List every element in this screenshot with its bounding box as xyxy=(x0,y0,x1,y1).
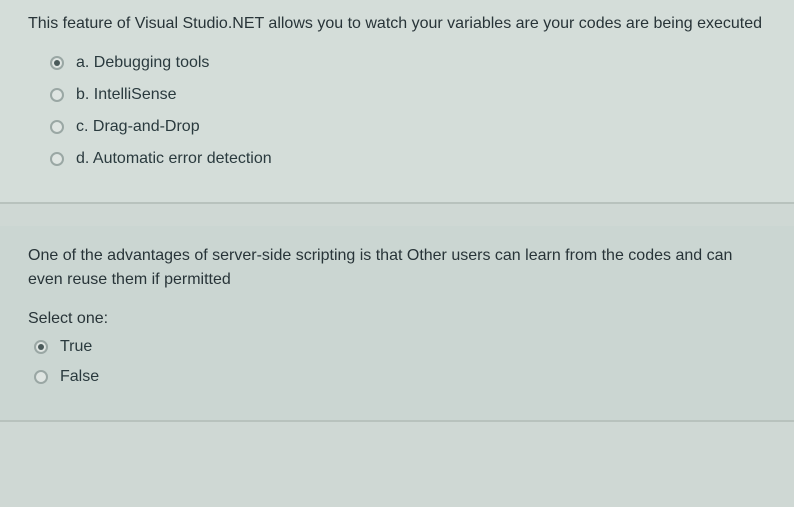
select-one-label: Select one: xyxy=(28,310,766,328)
option-row-c[interactable]: c. Drag-and-Drop xyxy=(50,118,766,136)
option-row-b[interactable]: b. IntelliSense xyxy=(50,86,766,104)
question-2-text: One of the advantages of server-side scr… xyxy=(28,244,766,292)
option-label: d. Automatic error detection xyxy=(76,150,272,168)
radio-icon[interactable] xyxy=(50,120,64,134)
option-label: b. IntelliSense xyxy=(76,86,177,104)
option-row-true[interactable]: True xyxy=(34,338,766,356)
question-2-block: One of the advantages of server-side scr… xyxy=(0,226,794,422)
radio-icon[interactable] xyxy=(34,370,48,384)
question-1-block: This feature of Visual Studio.NET allows… xyxy=(0,0,794,204)
radio-icon[interactable] xyxy=(50,152,64,166)
question-1-text: This feature of Visual Studio.NET allows… xyxy=(28,12,766,36)
radio-icon[interactable] xyxy=(50,56,64,70)
option-label: a. Debugging tools xyxy=(76,54,209,72)
radio-icon[interactable] xyxy=(34,340,48,354)
question-1-options: a. Debugging tools b. IntelliSense c. Dr… xyxy=(28,54,766,168)
radio-icon[interactable] xyxy=(50,88,64,102)
option-row-a[interactable]: a. Debugging tools xyxy=(50,54,766,72)
option-row-d[interactable]: d. Automatic error detection xyxy=(50,150,766,168)
option-label: c. Drag-and-Drop xyxy=(76,118,200,136)
option-label: True xyxy=(60,338,92,356)
option-label: False xyxy=(60,368,99,386)
option-row-false[interactable]: False xyxy=(34,368,766,386)
question-2-options: True False xyxy=(28,338,766,386)
